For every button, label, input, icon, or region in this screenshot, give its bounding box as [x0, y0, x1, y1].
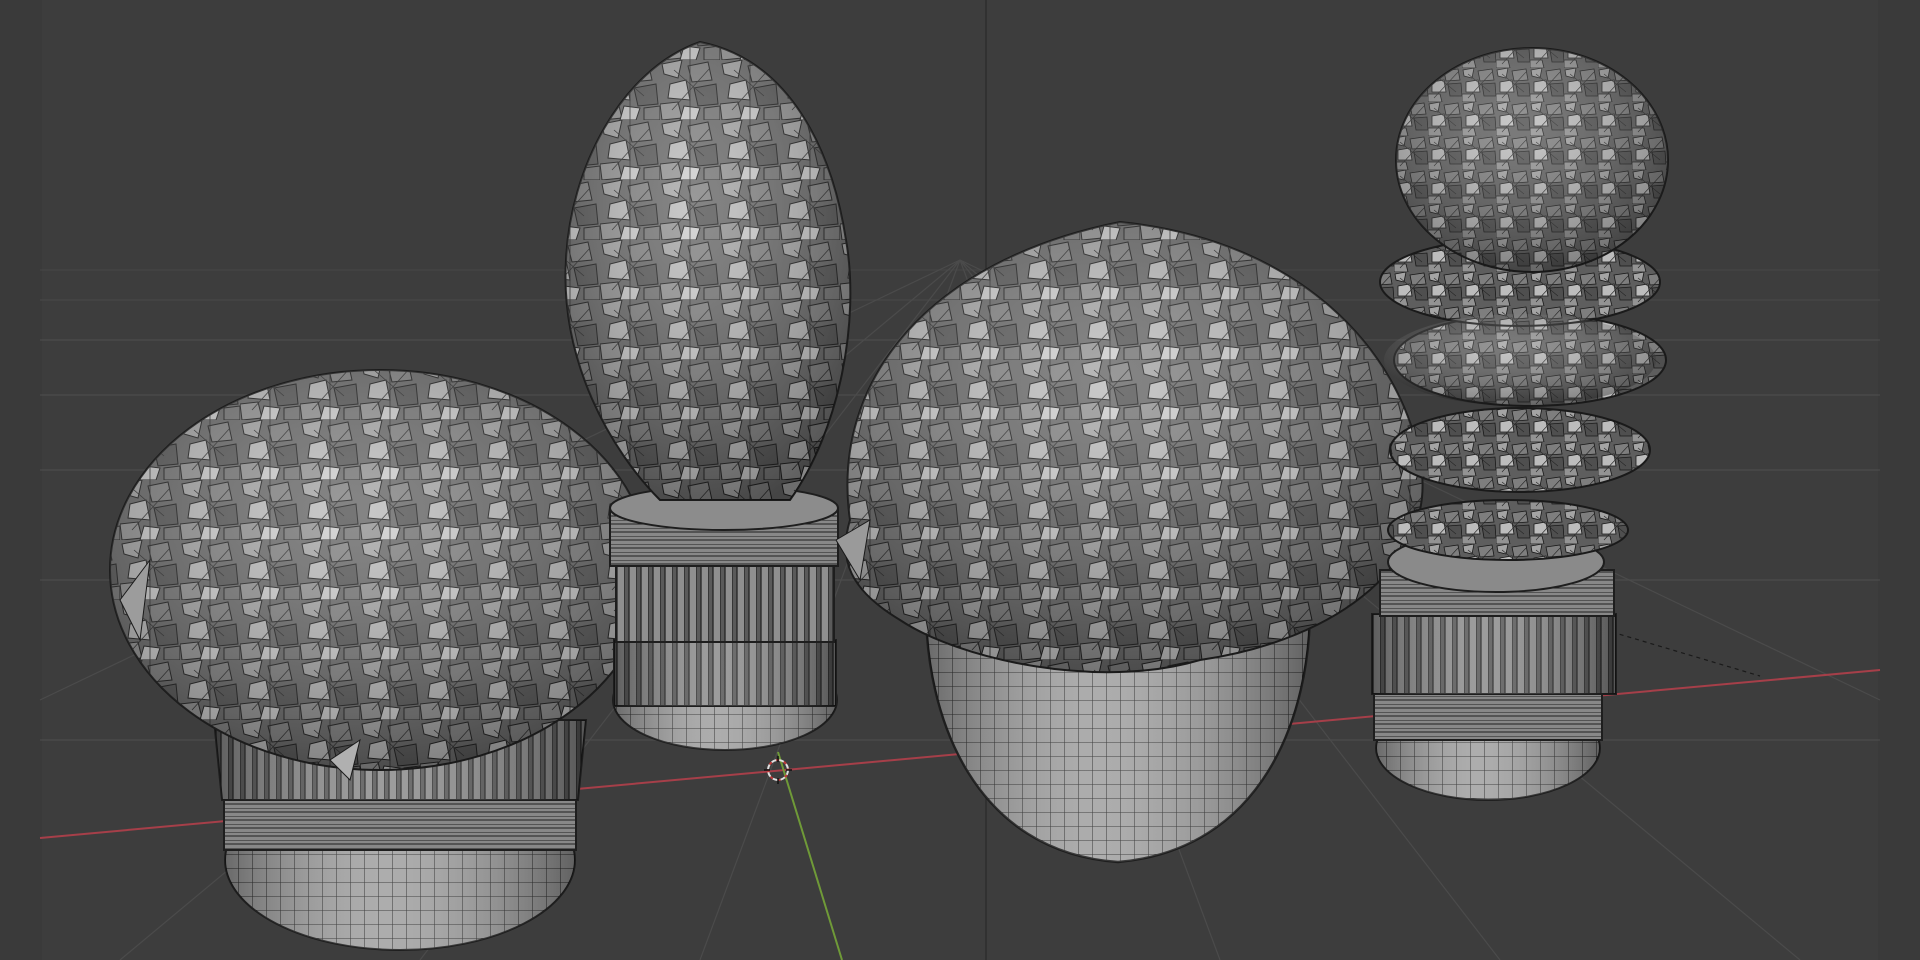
plant-spiral-topiary[interactable] — [1371, 47, 1669, 801]
viewport-canvas[interactable] — [0, 0, 1920, 960]
y-axis-line — [777, 751, 843, 960]
3d-viewport[interactable] — [0, 0, 1920, 960]
camera-guide-line — [1611, 631, 1761, 677]
plant-wide-bush[interactable] — [835, 220, 1441, 864]
plant-round-bush[interactable] — [109, 369, 661, 951]
